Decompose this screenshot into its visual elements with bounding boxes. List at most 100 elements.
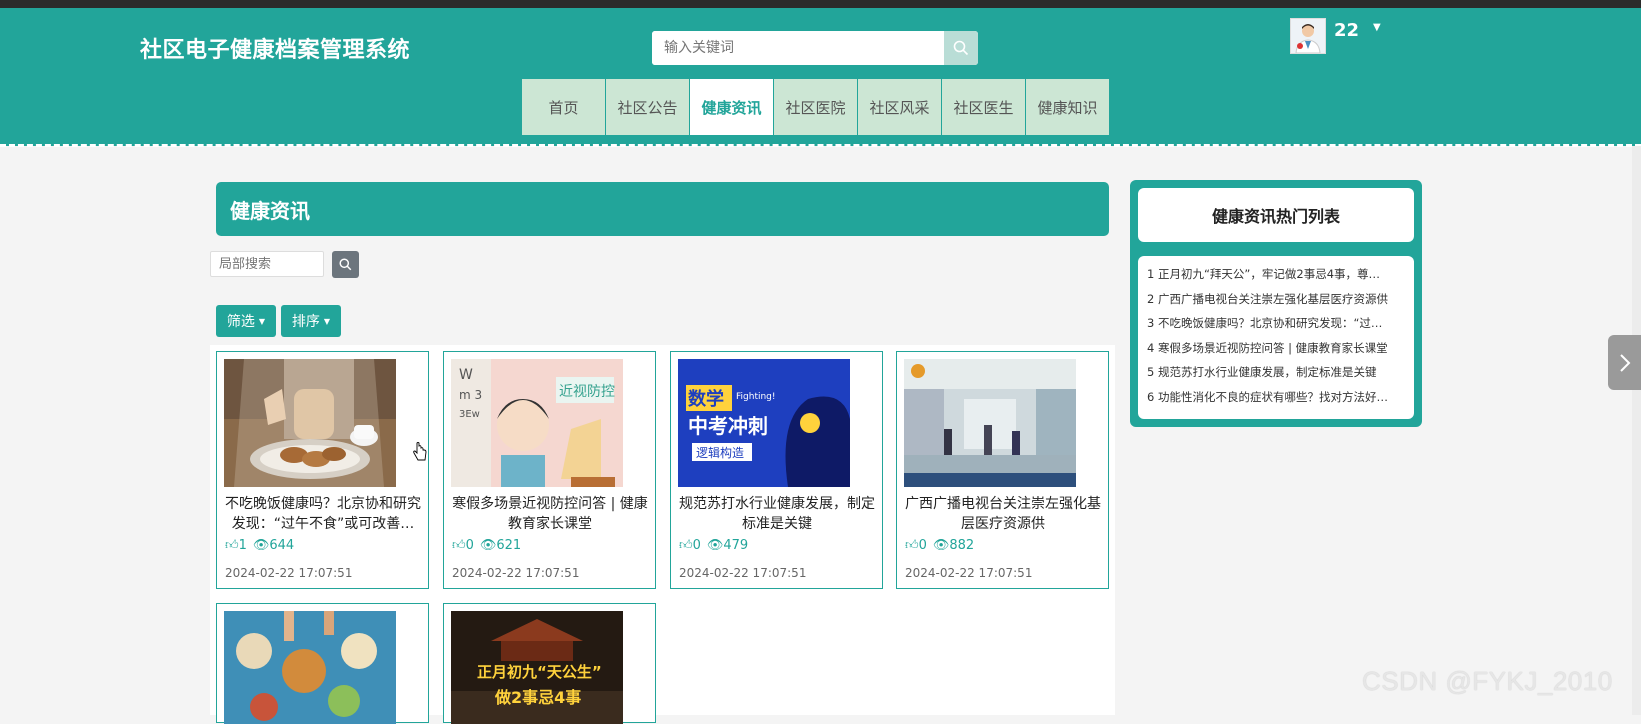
like-count: 1 (238, 538, 247, 553)
image-caption: 中考冲刺 (688, 414, 768, 438)
hot-news-item[interactable]: 3 不吃晚饭健康吗？北京协和研究发现：“过… (1138, 311, 1409, 336)
news-thumbnail: 正月初九“天公生” 做2事忌4事 (451, 611, 623, 724)
eye-icon: 👁︎ (706, 538, 724, 553)
thumbs-up-icon[interactable]: 👍︎ (452, 538, 466, 553)
image-caption: 数学 (688, 388, 724, 410)
news-card[interactable]: 正月初九“天公生” 做2事忌4事 (443, 603, 656, 724)
filter-label: 筛选 (226, 314, 255, 330)
news-card[interactable]: 广西广播电视台关注崇左强化基层医疗资源供 👍︎ 0 👁︎ 882 2024-02… (896, 351, 1109, 589)
hot-news-title: 健康资讯热门列表 (1138, 188, 1414, 242)
local-search-button[interactable] (332, 251, 359, 278)
svg-text:3Ew: 3Ew (459, 409, 480, 420)
nav-health-knowledge[interactable]: 健康知识 (1026, 79, 1109, 135)
news-thumbnail: W m 3 3Ew 近视防控 (451, 359, 623, 487)
news-thumbnail (224, 359, 396, 487)
view-count: 882 (949, 538, 975, 553)
section-title: 健康资讯 (216, 182, 1109, 236)
caret-down-icon: ▼ (323, 316, 331, 326)
news-title[interactable]: 规范苏打水行业健康发展，制定标准是关键 (677, 494, 877, 534)
hot-news-panel: 健康资讯热门列表 1 正月初九“拜天公”，牢记做2事忌4事，尊… 2 广西广播电… (1130, 180, 1422, 427)
nav-community-style[interactable]: 社区风采 (858, 79, 941, 135)
like-count: 0 (692, 538, 701, 553)
hot-news-item[interactable]: 5 规范苏打水行业健康发展，制定标准是关键 (1138, 360, 1409, 385)
header-dashed-divider (0, 144, 1641, 147)
hot-news-item[interactable]: 4 寒假多场景近视防控问答 | 健康教育家长课堂 (1138, 336, 1409, 361)
myopia-prevention-image: W m 3 3Ew 近视防控 (451, 359, 623, 487)
side-expand-button[interactable] (1608, 335, 1641, 390)
sort-dropdown-button[interactable]: 排序 ▼ (281, 305, 341, 337)
news-thumbnail: 数学 Fighting! 中考冲刺 逻辑构造 (678, 359, 850, 487)
like-count: 0 (918, 538, 927, 553)
news-thumbnail (904, 359, 1076, 487)
user-avatar[interactable] (1290, 18, 1326, 54)
news-stats: 👍︎ 1 👁︎ 644 (225, 538, 294, 553)
page-scrollbar[interactable] (1632, 146, 1641, 715)
news-card[interactable]: 数学 Fighting! 中考冲刺 逻辑构造 规范苏打水行业健康发展，制定标准是… (670, 351, 883, 589)
thumbs-up-icon[interactable]: 👍︎ (679, 538, 693, 553)
temple-festival-image: 正月初九“天公生” 做2事忌4事 (451, 611, 623, 724)
image-caption: 做2事忌4事 (494, 688, 581, 707)
hospital-hall-image (904, 359, 1076, 487)
local-search-input[interactable] (210, 251, 324, 277)
image-caption: Fighting! (736, 392, 776, 402)
svg-text:W: W (459, 367, 473, 383)
declining-food-image (224, 359, 396, 487)
news-card[interactable]: W m 3 3Ew 近视防控 寒假多场景近视防控问答 | 健康教育家长课堂 👍︎… (443, 351, 656, 589)
news-card[interactable] (216, 603, 429, 724)
header-search-button[interactable] (944, 31, 978, 65)
like-count: 0 (465, 538, 474, 553)
site-title: 社区电子健康档案管理系统 (140, 38, 411, 63)
thumbs-up-icon[interactable]: 👍︎ (225, 538, 239, 553)
csdn-watermark: CSDN @FYKJ_2010 (1362, 666, 1613, 696)
news-date: 2024-02-22 17:07:51 (905, 566, 1033, 580)
main-nav: 首页 社区公告 健康资讯 社区医院 社区风采 社区医生 健康知识 (522, 79, 1110, 135)
news-stats: 👍︎ 0 👁︎ 621 (452, 538, 521, 553)
keyword-search-input[interactable] (652, 31, 942, 65)
hot-news-item[interactable]: 2 广西广播电视台关注崇左强化基层医疗资源供 (1138, 287, 1409, 312)
caret-down-icon: ▼ (258, 316, 266, 326)
hot-news-item[interactable]: 6 功能性消化不良的症状有哪些？找对方法好… (1138, 385, 1409, 410)
eye-icon: 👁︎ (252, 538, 270, 553)
hot-news-item[interactable]: 1 正月初九“拜天公”，牢记做2事忌4事，尊… (1138, 262, 1409, 287)
hand-cursor-icon (413, 442, 427, 461)
view-count: 621 (496, 538, 522, 553)
food-table-image (224, 611, 396, 724)
svg-text:m 3: m 3 (459, 388, 482, 402)
news-date: 2024-02-22 17:07:51 (452, 566, 580, 580)
window-top-strip (0, 0, 1641, 8)
image-caption: 近视防控 (559, 384, 615, 400)
image-caption: 逻辑构造 (696, 445, 744, 460)
news-stats: 👍︎ 0 👁︎ 479 (679, 538, 748, 553)
eye-icon: 👁︎ (932, 538, 950, 553)
news-title[interactable]: 不吃晚饭健康吗？北京协和研究发现：“过午不食”或可改善… (223, 494, 423, 534)
user-dropdown-caret-icon[interactable]: ▼ (1373, 22, 1381, 33)
header-search (652, 31, 978, 65)
nav-health-news[interactable]: 健康资讯 (690, 79, 773, 135)
news-title[interactable]: 广西广播电视台关注崇左强化基层医疗资源供 (903, 494, 1103, 534)
math-exam-image: 数学 Fighting! 中考冲刺 逻辑构造 (678, 359, 850, 487)
news-date: 2024-02-22 17:07:51 (225, 566, 353, 580)
view-count: 479 (723, 538, 749, 553)
hot-news-list: 1 正月初九“拜天公”，牢记做2事忌4事，尊… 2 广西广播电视台关注崇左强化基… (1138, 256, 1414, 419)
doctor-avatar-icon (1291, 19, 1325, 53)
user-name[interactable]: 22 (1334, 20, 1359, 41)
chevron-right-icon (1619, 353, 1630, 372)
image-caption: 正月初九“天公生” (477, 663, 602, 681)
news-stats: 👍︎ 0 👁︎ 882 (905, 538, 974, 553)
thumbs-up-icon[interactable]: 👍︎ (905, 538, 919, 553)
nav-community-hospital[interactable]: 社区医院 (774, 79, 857, 135)
filter-dropdown-button[interactable]: 筛选 ▼ (216, 305, 276, 337)
nav-community-doctors[interactable]: 社区医生 (942, 79, 1025, 135)
search-icon (339, 258, 352, 271)
news-title[interactable]: 寒假多场景近视防控问答 | 健康教育家长课堂 (450, 494, 650, 534)
news-date: 2024-02-22 17:07:51 (679, 566, 807, 580)
news-card[interactable]: 不吃晚饭健康吗？北京协和研究发现：“过午不食”或可改善… 👍︎ 1 👁︎ 644… (216, 351, 429, 589)
nav-announcements[interactable]: 社区公告 (606, 79, 689, 135)
search-icon (953, 40, 969, 56)
eye-icon: 👁︎ (479, 538, 497, 553)
site-header: 社区电子健康档案管理系统 22 ▼ 首页 社区公告 健康资讯 社区医院 社区风采… (0, 8, 1641, 146)
nav-home[interactable]: 首页 (522, 79, 605, 135)
sort-label: 排序 (291, 314, 320, 330)
view-count: 644 (269, 538, 295, 553)
news-thumbnail (224, 611, 396, 724)
